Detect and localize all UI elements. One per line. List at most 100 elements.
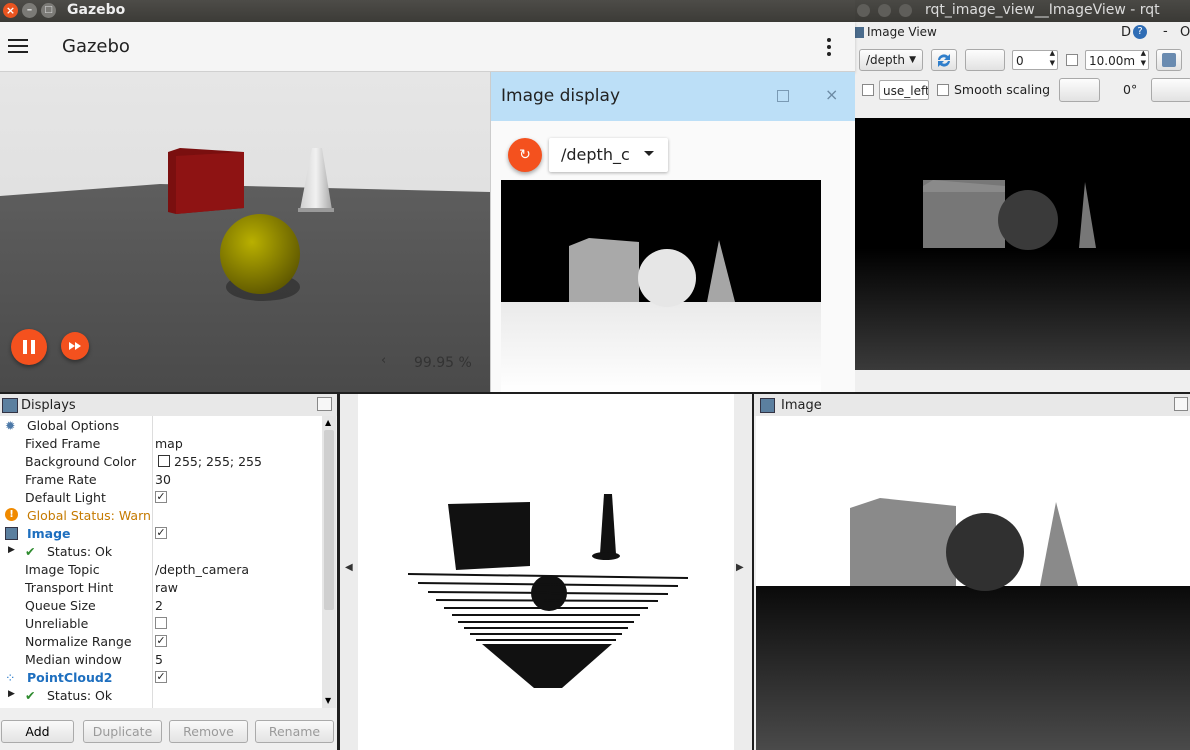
depth-image-render <box>853 118 1190 370</box>
tree-row-label: Queue Size <box>25 598 96 613</box>
maximize-icon[interactable] <box>899 4 912 17</box>
duplicate-button[interactable]: Duplicate <box>83 720 162 743</box>
collapse-right-icon[interactable]: ▶ <box>736 562 744 573</box>
collapse-left-icon[interactable]: ◀ <box>345 562 353 573</box>
rviz-image-view[interactable] <box>756 416 1190 750</box>
pointcloud-render-view[interactable] <box>358 394 734 750</box>
dynamic-range-checkbox[interactable] <box>1066 54 1078 66</box>
box-shape <box>569 238 639 302</box>
tree-row[interactable]: Image Topic/depth_camera <box>0 560 322 578</box>
tree-row-label: Frame Rate <box>25 472 97 487</box>
tree-row[interactable]: Queue Size 2 <box>0 596 322 614</box>
tree-row[interactable]: Background Color 255; 255; 255 <box>0 452 322 470</box>
more-vert-icon[interactable] <box>826 37 832 57</box>
tree-row-value[interactable]: 2 <box>155 598 163 613</box>
tree-row[interactable]: Median window 5 <box>0 650 322 668</box>
chevron-left-icon[interactable]: ‹ <box>381 353 386 368</box>
spin-arrows-icon[interactable]: ▲ ▼ <box>1050 51 1055 68</box>
tree-row-value[interactable]: raw <box>155 580 178 595</box>
checkbox[interactable]: ✓ <box>155 491 167 503</box>
help-icon[interactable]: ? <box>1133 25 1147 39</box>
topic-combo[interactable]: /depth ▼ <box>859 49 923 71</box>
tree-row[interactable]: ▶ ✔ Status: Ok <box>0 686 322 704</box>
tree-row-label: Status: Ok <box>47 544 113 559</box>
checkbox[interactable]: ✓ <box>155 671 167 683</box>
add-button[interactable]: Add <box>1 720 74 743</box>
displays-tree[interactable]: ✹ Global Options Fixed Frame map Background … <box>0 416 322 708</box>
tree-row[interactable]: Image ✓ <box>0 524 322 542</box>
rename-button[interactable]: Rename <box>255 720 334 743</box>
tree-row[interactable]: Frame Rate 30 <box>0 470 322 488</box>
color-button[interactable] <box>965 49 1005 71</box>
close-icon[interactable]: × <box>825 85 838 104</box>
save-image-button[interactable] <box>1156 49 1182 71</box>
tree-row-value[interactable]: /depth_camera <box>155 562 249 577</box>
gazebo-3d-scene[interactable]: ‹ 99.95 % <box>0 72 490 392</box>
tree-row[interactable]: Unreliable <box>0 614 322 632</box>
remove-button[interactable]: Remove <box>169 720 248 743</box>
image-panel-title: Image <box>781 398 822 413</box>
sphere-shape <box>638 249 696 307</box>
mouse-topic-field[interactable]: use_left <box>879 80 929 100</box>
refresh-button[interactable] <box>931 49 957 71</box>
undock-icon[interactable] <box>1174 397 1188 411</box>
rviz-image-panel: Image <box>754 394 1190 750</box>
expand-arrow-icon[interactable]: ▶ <box>8 689 15 699</box>
close-icon[interactable] <box>857 4 870 17</box>
box-shape <box>850 498 956 586</box>
scroll-up-icon[interactable]: ▲ <box>325 418 331 427</box>
mouse-publish-checkbox[interactable] <box>862 84 874 96</box>
displays-header: Displays <box>0 394 337 416</box>
tree-row-label: Background Color <box>25 454 137 469</box>
expand-arrow-icon[interactable]: ▶ <box>8 545 15 555</box>
minimize-icon[interactable] <box>878 4 891 17</box>
tree-row[interactable]: ✹ Global Options <box>0 416 322 434</box>
smooth-scaling-checkbox[interactable] <box>937 84 949 96</box>
checkbox[interactable]: ✓ <box>155 635 167 647</box>
menu-icon[interactable] <box>8 38 28 54</box>
tree-row-value[interactable]: map <box>155 436 183 451</box>
topic-select[interactable]: /depth_c <box>549 138 668 172</box>
gazebo-window: × – □ Gazebo Gazebo ‹ 99.95 % Image disp… <box>0 0 855 392</box>
scroll-thumb[interactable] <box>324 430 334 610</box>
scroll-down-icon[interactable]: ▼ <box>325 696 331 705</box>
image-panel-header: Image <box>754 394 1190 416</box>
help-letter: D <box>1121 25 1132 40</box>
color-swatch[interactable] <box>158 455 170 467</box>
sphere-shape <box>998 190 1058 250</box>
rqt-depth-image[interactable] <box>853 118 1190 370</box>
checkmark-icon: ✔ <box>25 544 36 559</box>
tree-row[interactable]: Fixed Frame map <box>0 434 322 452</box>
tree-row[interactable]: Default Light ✓ <box>0 488 322 506</box>
sphere-shape <box>946 513 1024 591</box>
tree-row[interactable]: Normalize Range ✓ <box>0 632 322 650</box>
minimize-icon[interactable]: – <box>22 3 37 18</box>
close-icon[interactable]: × <box>3 3 18 18</box>
value-spinbox[interactable]: 0 ▲ ▼ <box>1012 50 1058 70</box>
maximize-icon[interactable]: □ <box>41 3 56 18</box>
tree-row-value[interactable]: 30 <box>155 472 171 487</box>
checkbox[interactable]: ✓ <box>155 527 167 539</box>
monitor-icon <box>2 398 18 413</box>
step-forward-button[interactable] <box>61 332 89 360</box>
maximize-icon[interactable] <box>777 90 789 102</box>
spin-arrows-icon[interactable]: ▲ ▼ <box>1141 51 1146 68</box>
tree-scrollbar[interactable]: ▲ ▼ <box>322 416 336 708</box>
value-spinbox-text: 0 <box>1016 54 1024 68</box>
tree-row[interactable]: ! Global Status: Warn <box>0 506 322 524</box>
tree-row-value[interactable]: 5 <box>155 652 163 667</box>
float-icon[interactable]: - <box>1163 24 1168 39</box>
max-range-spinbox[interactable]: 10.00m ▲ ▼ <box>1085 50 1149 70</box>
pause-button[interactable] <box>11 329 47 365</box>
undock-icon[interactable] <box>317 397 332 411</box>
refresh-topics-button[interactable]: ↻ <box>508 138 542 172</box>
save-icon <box>1162 53 1176 67</box>
checkbox[interactable] <box>155 617 167 629</box>
tree-row[interactable]: Transport Hint raw <box>0 578 322 596</box>
tree-row[interactable]: ⁘ PointCloud2 ✓ <box>0 668 322 686</box>
rotate-left-button[interactable] <box>1059 78 1100 102</box>
gazebo-app-bar: Gazebo <box>0 22 855 72</box>
rotate-right-button[interactable] <box>1151 78 1190 102</box>
tree-row-value[interactable]: 255; 255; 255 <box>158 454 262 469</box>
tree-row[interactable]: ▶ ✔ Status: Ok <box>0 542 322 560</box>
